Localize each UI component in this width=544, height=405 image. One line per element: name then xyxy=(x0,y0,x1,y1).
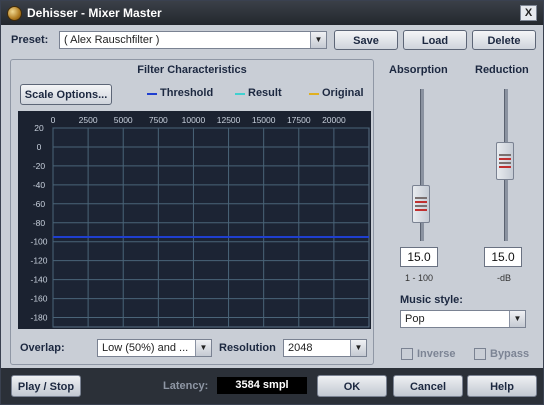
music-style-value: Pop xyxy=(405,313,425,325)
save-button[interactable]: Save xyxy=(334,30,398,50)
y-tick-label: -160 xyxy=(30,294,47,304)
chevron-down-icon: ▼ xyxy=(310,32,326,48)
overlap-value: Low (50%) and ... xyxy=(102,342,189,354)
dehisser-window: Dehisser - Mixer Master X Preset: ( Alex… xyxy=(0,0,544,405)
resolution-select[interactable]: 2048 ▼ xyxy=(283,339,367,357)
y-tick-label: -20 xyxy=(33,161,46,171)
y-tick-label: 0 xyxy=(37,142,42,152)
overlap-select[interactable]: Low (50%) and ... ▼ xyxy=(97,339,212,357)
y-tick-label: 20 xyxy=(34,123,44,133)
legend-original: Original xyxy=(322,87,364,99)
y-tick-label: -120 xyxy=(30,256,47,266)
scale-options-button[interactable]: Scale Options... xyxy=(20,84,112,105)
chevron-down-icon: ▼ xyxy=(350,340,366,356)
y-tick-label: -140 xyxy=(30,275,47,285)
window-title: Dehisser - Mixer Master xyxy=(27,6,162,20)
x-tick-label: 2500 xyxy=(79,115,98,125)
x-tick-label: 5000 xyxy=(114,115,133,125)
absorption-range: 1 - 100 xyxy=(405,273,434,283)
reduction-value[interactable]: 15.0 xyxy=(484,247,522,267)
x-tick-label: 12500 xyxy=(217,115,241,125)
latency-value: 3584 smpl xyxy=(217,377,307,394)
y-tick-label: -100 xyxy=(30,237,47,247)
overlap-label: Overlap: xyxy=(20,342,65,354)
bypass-checkbox[interactable] xyxy=(474,348,486,360)
chevron-down-icon: ▼ xyxy=(509,311,525,327)
plot-area xyxy=(52,127,370,328)
inverse-label: Inverse xyxy=(417,348,456,360)
music-style-label: Music style: xyxy=(400,294,463,306)
reduction-slider-thumb[interactable] xyxy=(496,142,514,180)
legend-result: Result xyxy=(248,87,282,99)
app-icon xyxy=(7,6,22,21)
x-tick-label: 20000 xyxy=(322,115,346,125)
reduction-label: Reduction xyxy=(475,64,529,76)
absorption-value[interactable]: 15.0 xyxy=(400,247,438,267)
cancel-button[interactable]: Cancel xyxy=(393,375,463,397)
load-button[interactable]: Load xyxy=(403,30,467,50)
filter-chart: 0 2500 5000 7500 10000 12500 15000 17500 20000 20… xyxy=(18,111,371,329)
latency-label: Latency: xyxy=(163,380,209,392)
chevron-down-icon: ▼ xyxy=(195,340,211,356)
threshold-legend-swatch xyxy=(147,93,157,95)
bypass-label: Bypass xyxy=(490,348,530,360)
bottom-bar: Play / Stop Latency: 3584 smpl OK Cancel… xyxy=(1,368,543,404)
play-stop-button[interactable]: Play / Stop xyxy=(11,375,81,397)
title-bar: Dehisser - Mixer Master X xyxy=(1,1,543,25)
y-tick-label: -60 xyxy=(33,199,46,209)
absorption-label: Absorption xyxy=(389,64,448,76)
x-tick-label: 10000 xyxy=(182,115,206,125)
x-tick-label: 17500 xyxy=(287,115,311,125)
y-tick-label: -180 xyxy=(30,313,47,323)
resolution-label: Resolution xyxy=(219,342,276,354)
panel-title: Filter Characteristics xyxy=(137,64,247,76)
ok-button[interactable]: OK xyxy=(317,375,387,397)
inverse-checkbox[interactable] xyxy=(401,348,413,360)
y-tick-label: -40 xyxy=(33,180,46,190)
preset-label: Preset: xyxy=(11,34,49,46)
close-button[interactable]: X xyxy=(520,5,537,21)
help-button[interactable]: Help xyxy=(467,375,537,397)
original-legend-swatch xyxy=(309,93,319,95)
preset-select[interactable]: ( Alex Rauschfilter ) ▼ xyxy=(59,31,327,49)
preset-value: ( Alex Rauschfilter ) xyxy=(64,34,160,46)
x-tick-label: 15000 xyxy=(252,115,276,125)
preset-toolbar: Preset: ( Alex Rauschfilter ) ▼ Save Loa… xyxy=(1,25,543,55)
y-tick-label: -80 xyxy=(33,218,46,228)
legend-threshold: Threshold xyxy=(160,87,214,99)
resolution-value: 2048 xyxy=(288,342,313,354)
x-tick-label: 7500 xyxy=(149,115,168,125)
absorption-slider-thumb[interactable] xyxy=(412,185,430,223)
result-legend-swatch xyxy=(235,93,245,95)
reduction-unit: -dB xyxy=(497,273,512,283)
delete-button[interactable]: Delete xyxy=(472,30,536,50)
x-tick-label: 0 xyxy=(51,115,56,125)
music-style-select[interactable]: Pop ▼ xyxy=(400,310,526,328)
